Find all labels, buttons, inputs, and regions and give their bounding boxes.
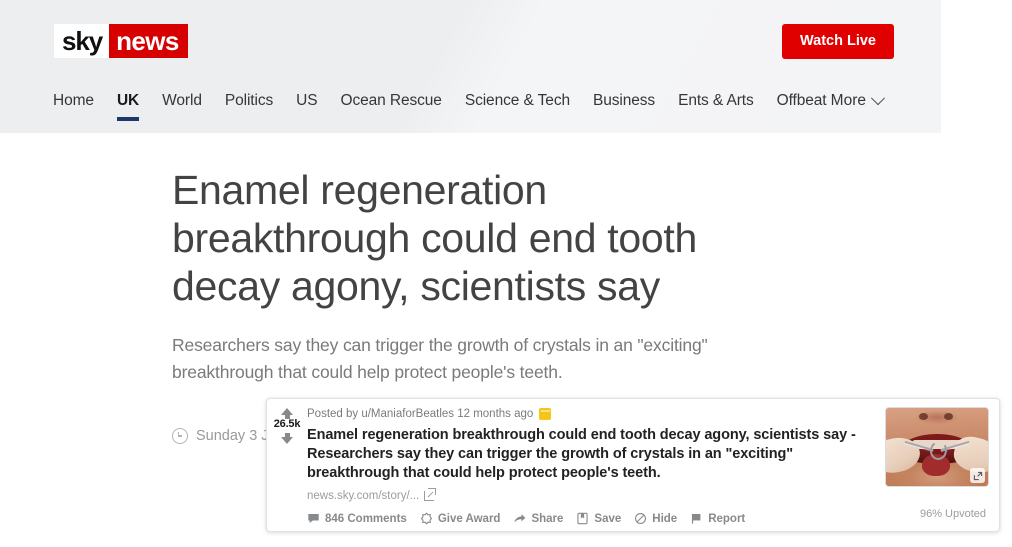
logo-sky-text: sky xyxy=(54,24,110,58)
nav-item-ocean-rescue[interactable]: Ocean Rescue xyxy=(340,92,441,124)
reddit-post-card: 26.5k Posted by u/ManiaforBeatles 12 mon… xyxy=(266,398,1000,532)
nav-item-business[interactable]: Business xyxy=(593,92,655,124)
downvote-icon[interactable] xyxy=(281,433,293,444)
thumbnail-detail xyxy=(944,413,953,420)
give-award-button[interactable]: Give Award xyxy=(420,512,501,525)
nav-more-label: More xyxy=(830,92,866,109)
report-label: Report xyxy=(708,512,746,525)
share-label: Share xyxy=(531,512,564,525)
nav-item-ents-arts[interactable]: Ents & Arts xyxy=(678,92,754,124)
award-icon xyxy=(420,512,432,525)
clock-icon xyxy=(172,428,188,444)
hide-icon xyxy=(635,513,647,524)
share-icon xyxy=(514,514,526,523)
hide-button[interactable]: Hide xyxy=(634,512,677,525)
post-author-line[interactable]: Posted by u/ManiaforBeatles 12 months ag… xyxy=(307,407,533,421)
post-body: Posted by u/ManiaforBeatles 12 months ag… xyxy=(307,399,879,531)
share-button[interactable]: Share xyxy=(513,512,563,525)
post-url[interactable]: news.sky.com/story/... xyxy=(307,488,879,502)
nav-item-offbeat[interactable]: Offbeat xyxy=(777,92,827,124)
article-container: Enamel regeneration breakthrough could e… xyxy=(172,166,732,444)
sky-news-logo[interactable]: sky news xyxy=(54,24,188,58)
post-title[interactable]: Enamel regeneration breakthrough could e… xyxy=(307,426,879,483)
comment-icon xyxy=(308,513,319,524)
post-action-bar: 846 Comments Give Award Share Save Hide … xyxy=(307,512,879,525)
external-link-icon xyxy=(424,488,437,501)
bookmark-icon xyxy=(577,512,589,525)
comments-label: 846 Comments xyxy=(325,512,407,525)
article-standfirst: Researchers say they can trigger the gro… xyxy=(172,335,708,382)
give-award-label: Give Award xyxy=(437,512,501,525)
watch-live-button[interactable]: Watch Live xyxy=(781,24,894,59)
vote-column: 26.5k xyxy=(267,399,307,531)
page-title: Enamel regeneration breakthrough could e… xyxy=(172,167,698,309)
site-header: sky news Watch Live Home UK World Politi… xyxy=(0,0,941,133)
save-button[interactable]: Save xyxy=(576,512,621,525)
save-label: Save xyxy=(594,512,622,525)
upvote-icon[interactable] xyxy=(281,408,293,419)
chevron-down-icon xyxy=(870,91,886,106)
post-meta: Posted by u/ManiaforBeatles 12 months ag… xyxy=(307,407,879,421)
expand-image-button[interactable] xyxy=(970,468,985,483)
main-navigation: Home UK World Politics US Ocean Rescue S… xyxy=(0,91,941,133)
report-button[interactable]: Report xyxy=(690,512,745,525)
nav-item-science-tech[interactable]: Science & Tech xyxy=(465,92,570,124)
nav-item-list: Home UK World Politics US Ocean Rescue S… xyxy=(53,92,850,124)
logo-news-text: news xyxy=(109,24,188,58)
vote-count: 26.5k xyxy=(273,418,301,430)
nav-item-uk[interactable]: UK xyxy=(116,92,140,124)
nav-more-menu[interactable]: More xyxy=(830,91,886,110)
gold-award-badge-icon[interactable] xyxy=(539,408,552,420)
nav-item-us[interactable]: US xyxy=(296,92,317,124)
hide-label: Hide xyxy=(652,512,678,525)
post-thumbnail[interactable] xyxy=(885,407,989,487)
expand-icon xyxy=(973,471,982,480)
post-url-text: news.sky.com/story/... xyxy=(307,490,420,502)
nav-item-politics[interactable]: Politics xyxy=(225,92,273,124)
flag-icon xyxy=(692,513,701,524)
nav-item-home[interactable]: Home xyxy=(53,92,94,124)
upvoted-percentage: 96% Upvoted xyxy=(919,508,986,520)
comments-button[interactable]: 846 Comments xyxy=(307,512,407,525)
thumbnail-detail xyxy=(919,413,928,420)
nav-item-world[interactable]: World xyxy=(162,92,202,124)
